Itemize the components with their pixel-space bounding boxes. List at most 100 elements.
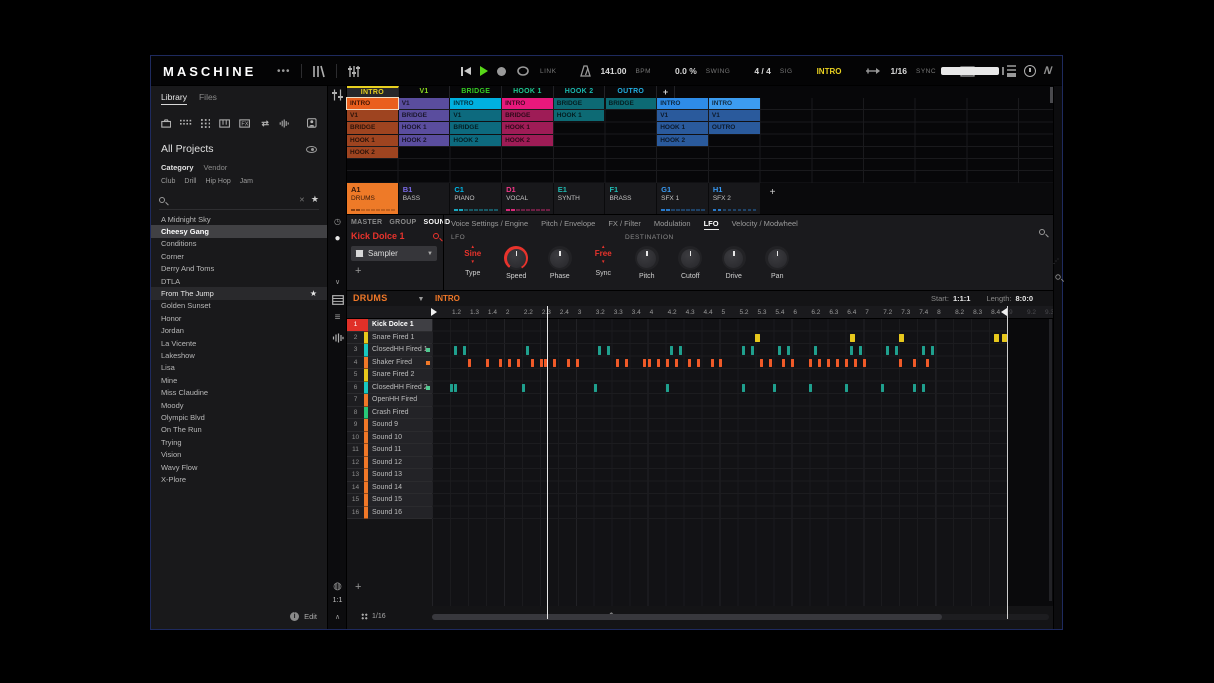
group-d1[interactable]: D1 VOCAL: [502, 183, 553, 214]
tag-drill[interactable]: Drill: [184, 178, 196, 185]
note-event[interactable]: [593, 383, 597, 392]
add-scene-button[interactable]: +: [657, 86, 676, 98]
tag-hip-hop[interactable]: Hip Hop: [205, 178, 230, 185]
note-event[interactable]: [773, 383, 777, 392]
add-group-button[interactable]: +: [761, 183, 781, 214]
project-item[interactable]: Wavy Flow: [151, 461, 327, 473]
pattern-cell-bridge[interactable]: BRIDGE: [605, 98, 657, 110]
project-item[interactable]: X-Plore: [151, 473, 327, 485]
group-f1[interactable]: F1 BRASS: [605, 183, 657, 214]
collapse-control-lane-icon[interactable]: ∨: [328, 278, 347, 286]
pattern-cell-intro[interactable]: INTRO: [346, 96, 399, 111]
group-c1[interactable]: C1 PIANO: [450, 183, 502, 214]
mixer-icon[interactable]: [347, 65, 361, 78]
audio-lane-icon[interactable]: [328, 333, 347, 343]
note-event[interactable]: [463, 346, 467, 355]
projects-icon[interactable]: [161, 118, 172, 129]
note-event[interactable]: [854, 358, 858, 367]
project-item[interactable]: Olympic Blvd: [151, 411, 327, 423]
project-item[interactable]: Lisa: [151, 362, 327, 374]
link-toggle[interactable]: LINK: [540, 68, 556, 75]
project-item[interactable]: From The Jump ★: [151, 287, 327, 300]
note-event[interactable]: [926, 358, 930, 367]
playhead[interactable]: [547, 306, 548, 619]
note-event[interactable]: [607, 346, 611, 355]
expand-icon[interactable]: ∧: [328, 613, 347, 621]
note-event[interactable]: [759, 358, 763, 367]
filter-vendor[interactable]: Vendor: [204, 163, 228, 172]
note-event[interactable]: [521, 383, 525, 392]
add-plugin-button[interactable]: +: [355, 265, 361, 277]
note-event[interactable]: [517, 358, 521, 367]
zoom-ratio-label[interactable]: 1:1: [328, 597, 347, 604]
project-item[interactable]: Mine: [151, 374, 327, 386]
play-icon[interactable]: [480, 66, 488, 76]
sound-row-16[interactable]: 16 Sound 16: [347, 506, 432, 519]
scene-tab-hook-2[interactable]: HOOK 2: [554, 86, 606, 98]
note-event[interactable]: [858, 346, 862, 355]
note-event[interactable]: [485, 358, 489, 367]
skip-to-start-icon[interactable]: [461, 66, 471, 76]
pattern-cell-hook-1[interactable]: HOOK 1: [347, 134, 398, 146]
note-event[interactable]: [643, 358, 647, 367]
swing-value[interactable]: 0.0 %: [675, 66, 697, 76]
note-event[interactable]: [449, 383, 453, 392]
instruments-icon[interactable]: [219, 118, 231, 129]
pattern-cell-bridge[interactable]: BRIDGE: [398, 110, 450, 122]
note-event[interactable]: [656, 358, 660, 367]
note-event[interactable]: [849, 333, 855, 342]
note-event[interactable]: [688, 358, 692, 367]
knob-drive[interactable]: [721, 246, 746, 270]
note-event[interactable]: [818, 358, 822, 367]
note-event[interactable]: [827, 358, 831, 367]
automation-clock-icon[interactable]: ◷: [328, 217, 347, 226]
knob-pitch[interactable]: [634, 246, 659, 270]
sound-row-15[interactable]: 15 Sound 15: [347, 494, 432, 507]
pattern-cell-hook-1[interactable]: HOOK 1: [553, 110, 605, 122]
knob-pan[interactable]: [765, 246, 790, 270]
note-event[interactable]: [755, 333, 761, 342]
tag-jam[interactable]: Jam: [240, 178, 253, 185]
arranger-toggle-icon[interactable]: [328, 89, 347, 101]
note-event[interactable]: [674, 358, 678, 367]
follow-icon[interactable]: [865, 67, 881, 75]
sound-row-5[interactable]: 5 Snare Fired 2: [347, 369, 432, 382]
knob-cutoff[interactable]: [678, 246, 703, 270]
scene-tab-hook-1[interactable]: HOOK 1: [502, 86, 554, 98]
sound-row-12[interactable]: 12 Sound 12: [347, 456, 432, 469]
note-event[interactable]: [566, 358, 570, 367]
param-pitch[interactable]: Pitch: [625, 244, 669, 280]
note-event[interactable]: [670, 346, 674, 355]
tab-sound[interactable]: SOUND: [424, 219, 451, 226]
note-event[interactable]: [921, 383, 925, 392]
project-item[interactable]: Conditions: [151, 238, 327, 250]
favorites-filter-icon[interactable]: ★: [311, 194, 319, 205]
project-item[interactable]: Jordan: [151, 325, 327, 337]
project-item[interactable]: DTLA: [151, 275, 327, 287]
page-tab-fx-filter[interactable]: FX / Filter: [608, 219, 641, 230]
metronome-icon[interactable]: [580, 65, 592, 77]
knob-speed[interactable]: [504, 246, 529, 270]
note-event[interactable]: [845, 358, 849, 367]
sound-row-9[interactable]: 9 Sound 9: [347, 419, 432, 432]
pattern-cell-hook-2[interactable]: HOOK 2: [398, 134, 450, 146]
project-item[interactable]: Moody: [151, 399, 327, 411]
note-event[interactable]: [813, 346, 817, 355]
filter-category[interactable]: Category: [161, 163, 194, 172]
note-event[interactable]: [679, 346, 683, 355]
record-icon[interactable]: [497, 66, 506, 76]
clear-search-icon[interactable]: ✕: [299, 196, 305, 204]
project-item[interactable]: Vision: [151, 448, 327, 460]
note-event[interactable]: [993, 333, 999, 342]
overflow-menu-icon[interactable]: •••: [277, 66, 291, 77]
star-icon[interactable]: ★: [310, 289, 317, 298]
note-event[interactable]: [899, 358, 903, 367]
note-event[interactable]: [710, 358, 714, 367]
group-g1[interactable]: G1 SFX 1: [657, 183, 708, 214]
bpm-value[interactable]: 141.00: [600, 66, 626, 76]
note-event[interactable]: [508, 358, 512, 367]
sound-row-4[interactable]: 4 Shaker Fired: [347, 356, 432, 369]
note-event[interactable]: [741, 383, 745, 392]
note-event[interactable]: [836, 358, 840, 367]
note-event[interactable]: [912, 358, 916, 367]
